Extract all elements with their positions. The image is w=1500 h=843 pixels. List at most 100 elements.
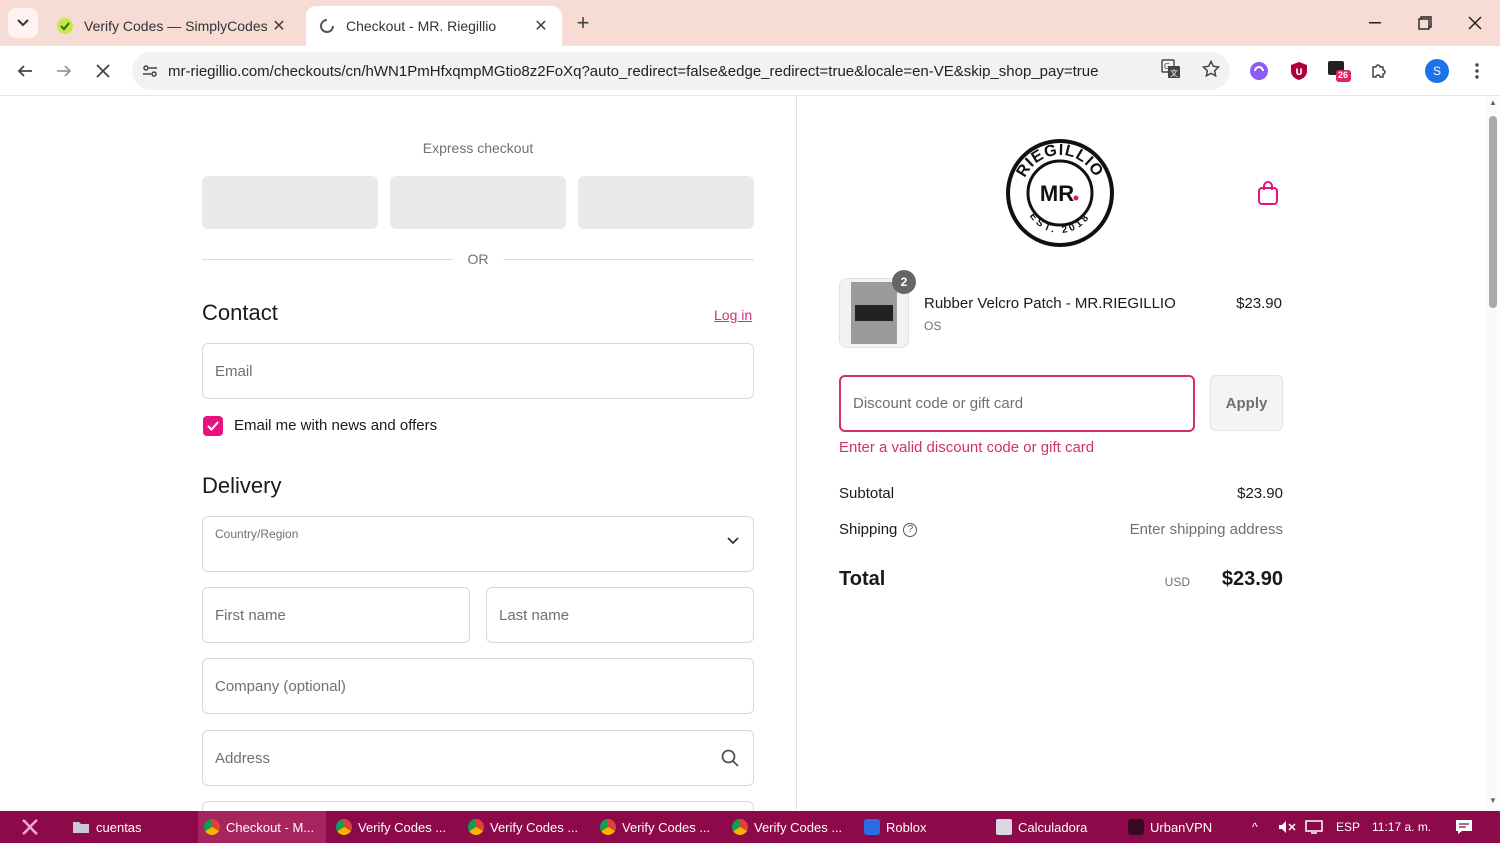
- scroll-down-icon[interactable]: ▼: [1489, 796, 1497, 805]
- email-field[interactable]: Email: [202, 343, 754, 399]
- taskbar-label: Verify Codes ...: [358, 819, 447, 835]
- start-x-icon: [22, 819, 38, 835]
- clock[interactable]: 11:17 a. m.: [1372, 811, 1431, 843]
- bookmark-star-icon[interactable]: [1201, 59, 1220, 83]
- minimize-icon: [1369, 22, 1381, 24]
- taskbar-item-chrome[interactable]: Verify Codes ...: [594, 811, 722, 843]
- last-name-field[interactable]: Last name: [486, 587, 754, 643]
- extensions-puzzle-icon[interactable]: [1365, 57, 1393, 85]
- login-link[interactable]: Log in: [714, 307, 752, 323]
- email-placeholder: Email: [215, 362, 253, 380]
- forward-button[interactable]: [49, 56, 79, 86]
- search-icon: [721, 749, 739, 767]
- tab-verify-codes[interactable]: Verify Codes — SimplyCodes ✕: [44, 6, 300, 46]
- close-tab-icon[interactable]: ✕: [532, 17, 550, 35]
- taskbar-label: Checkout - M...: [226, 819, 315, 835]
- chrome-icon: [204, 819, 220, 835]
- calculator-icon: [996, 819, 1012, 835]
- profile-avatar[interactable]: S: [1423, 57, 1451, 85]
- svg-text:U: U: [1295, 68, 1302, 78]
- minimize-button[interactable]: [1350, 0, 1400, 46]
- page-scrollbar[interactable]: ▲ ▼: [1486, 96, 1500, 811]
- volume-muted-icon[interactable]: [1278, 811, 1296, 843]
- last-name-placeholder: Last name: [499, 606, 570, 624]
- taskbar-item-chrome[interactable]: Verify Codes ...: [462, 811, 590, 843]
- discount-code-field[interactable]: Discount code or gift card: [839, 375, 1195, 432]
- start-button[interactable]: [14, 811, 50, 843]
- arrow-left-icon: [17, 65, 32, 77]
- extension-purple-icon[interactable]: [1245, 57, 1273, 85]
- taskbar-label: Verify Codes ...: [622, 819, 711, 835]
- product-variant: OS: [924, 319, 942, 333]
- apply-discount-button[interactable]: Apply: [1210, 375, 1283, 431]
- express-pay-button-2[interactable]: [390, 176, 566, 229]
- newsletter-checkbox[interactable]: [203, 416, 223, 436]
- express-checkout-title: Express checkout: [422, 140, 534, 156]
- taskbar-label: Calculadora: [1018, 819, 1088, 835]
- network-icon[interactable]: [1305, 811, 1323, 843]
- back-button[interactable]: [10, 56, 40, 86]
- contact-heading: Contact: [202, 300, 278, 325]
- apartment-field[interactable]: [202, 801, 754, 811]
- tab-checkout[interactable]: Checkout - MR. Riegillio ✕: [306, 6, 562, 46]
- store-logo: RIEGILLIO EST. 2018 MR: [1006, 139, 1114, 247]
- taskbar-label: Verify Codes ...: [490, 819, 579, 835]
- new-tab-button[interactable]: +: [570, 10, 596, 36]
- tab-strip: Verify Codes — SimplyCodes ✕ Checkout - …: [0, 0, 1500, 46]
- chrome-icon: [600, 819, 616, 835]
- taskbar-item-urbanvpn[interactable]: UrbanVPN: [1122, 811, 1232, 843]
- divider: [202, 259, 453, 260]
- restore-button[interactable]: [1400, 0, 1450, 46]
- notifications-icon[interactable]: [1455, 811, 1473, 843]
- address-bar[interactable]: mr-riegillio.com/checkouts/cn/hWN1PmHfxq…: [132, 52, 1230, 90]
- chrome-icon: [732, 819, 748, 835]
- checkmark-icon: [207, 421, 219, 431]
- taskbar-item-calculator[interactable]: Calculadora: [990, 811, 1118, 843]
- shipping-label: Shipping: [839, 521, 898, 538]
- site-settings-icon[interactable]: [132, 63, 168, 79]
- browser-menu-icon[interactable]: [1463, 57, 1491, 85]
- ublock-shield-icon[interactable]: U: [1285, 57, 1313, 85]
- subtotal-value: $23.90: [1237, 485, 1283, 502]
- first-name-field[interactable]: First name: [202, 587, 470, 643]
- os-taskbar: cuentas Checkout - M... Verify Codes ...…: [0, 811, 1500, 843]
- taskbar-item-chrome[interactable]: Checkout - M...: [198, 811, 326, 843]
- tab-search-button[interactable]: [8, 8, 38, 38]
- help-circle-icon[interactable]: ?: [903, 523, 918, 538]
- chevron-down-icon: [727, 537, 739, 545]
- close-window-button[interactable]: [1450, 0, 1500, 46]
- arrow-right-icon: [57, 65, 72, 77]
- company-field[interactable]: Company (optional): [202, 658, 754, 714]
- express-pay-button-3[interactable]: [578, 176, 754, 229]
- taskbar-label: Verify Codes ...: [754, 819, 843, 835]
- language-indicator[interactable]: ESP: [1336, 811, 1360, 843]
- taskbar-item-folder[interactable]: cuentas: [66, 811, 194, 843]
- taskbar-item-roblox[interactable]: Roblox: [858, 811, 986, 843]
- checkout-page: Express checkout OR Contact Log in Email…: [0, 96, 1500, 811]
- shipping-value: Enter shipping address: [1129, 521, 1283, 538]
- cart-bag-icon[interactable]: [1256, 180, 1280, 206]
- checkout-form-panel: Express checkout OR Contact Log in Email…: [0, 96, 797, 811]
- extension-badge-count: 26: [1338, 70, 1349, 80]
- svg-text:G: G: [1163, 62, 1169, 71]
- delivery-heading: Delivery: [202, 473, 282, 498]
- tray-overflow-icon[interactable]: ^: [1252, 811, 1258, 843]
- total-value: $23.90: [1221, 568, 1283, 590]
- total-currency: USD: [1164, 575, 1190, 589]
- close-tab-icon[interactable]: ✕: [270, 17, 288, 35]
- address-field[interactable]: Address: [202, 730, 754, 786]
- translate-icon[interactable]: 文G: [1160, 58, 1181, 84]
- scrollbar-thumb[interactable]: [1489, 116, 1497, 308]
- taskbar-label: Roblox: [886, 819, 927, 835]
- taskbar-item-chrome[interactable]: Verify Codes ...: [726, 811, 854, 843]
- country-select[interactable]: Country/Region: [202, 516, 754, 572]
- tab-title: Verify Codes — SimplyCodes: [84, 18, 268, 34]
- taskbar-label: UrbanVPN: [1150, 819, 1213, 835]
- avatar: S: [1425, 59, 1449, 83]
- urbanvpn-icon: [1128, 819, 1144, 835]
- taskbar-item-chrome[interactable]: Verify Codes ...: [330, 811, 458, 843]
- express-pay-button-1[interactable]: [202, 176, 378, 229]
- scroll-up-icon[interactable]: ▲: [1489, 98, 1497, 107]
- stop-loading-button[interactable]: [88, 56, 118, 86]
- extension-badge-icon[interactable]: 26: [1325, 57, 1353, 85]
